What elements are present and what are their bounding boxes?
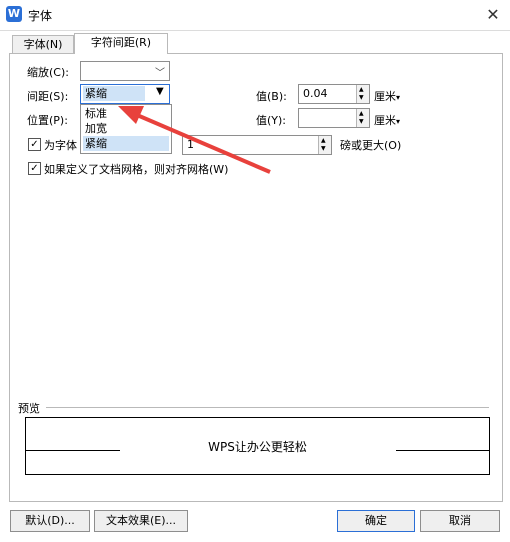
- spin-down-icon[interactable]: ▼: [321, 145, 326, 152]
- kerning-suffix: 磅或更大(O): [340, 139, 402, 152]
- grid-checkbox[interactable]: ✓: [28, 162, 41, 175]
- title-bar: W 字体 ✕: [0, 0, 510, 31]
- value-b-input[interactable]: 0.04: [303, 87, 328, 100]
- cancel-button[interactable]: 取消: [420, 510, 500, 532]
- spin-buttons[interactable]: ▲ ▼: [318, 136, 331, 154]
- spacing-value: 紧缩: [83, 86, 145, 101]
- unit-y: 厘米: [374, 114, 396, 127]
- text-effect-button[interactable]: 文本效果(E)...: [94, 510, 188, 532]
- spin-up-icon[interactable]: ▲: [359, 86, 364, 93]
- divider: [46, 407, 489, 408]
- tab-character-spacing[interactable]: 字符间距(R): [74, 33, 168, 54]
- close-icon[interactable]: ✕: [482, 4, 504, 26]
- default-button[interactable]: 默认(D)...: [10, 510, 90, 532]
- spin-buttons[interactable]: ▲ ▼: [356, 85, 369, 103]
- unit-b-dropdown[interactable]: 厘米▾: [374, 88, 400, 104]
- spin-down-icon[interactable]: ▼: [359, 94, 364, 101]
- wps-writer-icon: W: [6, 6, 22, 22]
- arrow-shaft: [129, 110, 271, 174]
- preview-box: WPS让办公更轻松: [25, 417, 490, 475]
- spin-down-icon[interactable]: ▼: [359, 118, 364, 125]
- spin-buttons[interactable]: ▲ ▼: [356, 109, 369, 127]
- unit-y-dropdown[interactable]: 厘米▾: [374, 112, 400, 128]
- position-label: 位置(P):: [27, 114, 68, 127]
- window-title: 字体: [28, 9, 53, 23]
- scale-label: 缩放(C):: [27, 66, 69, 79]
- spacing-label: 间距(S):: [27, 90, 69, 103]
- spin-up-icon[interactable]: ▲: [359, 110, 364, 117]
- spin-up-icon[interactable]: ▲: [321, 137, 326, 144]
- caret-down-icon: ▾: [396, 117, 401, 126]
- kerning-checkbox[interactable]: ✓: [28, 138, 41, 151]
- preview-sample-text: WPS让办公更轻松: [208, 440, 307, 454]
- scale-combo[interactable]: ﹀: [80, 61, 170, 81]
- chevron-down-icon: ﹀: [155, 68, 165, 79]
- value-b-spinner[interactable]: 0.04 ▲ ▼: [298, 84, 370, 104]
- tab-font[interactable]: 字体(N): [12, 35, 74, 54]
- preview-label: 预览: [18, 402, 40, 415]
- unit-b: 厘米: [374, 90, 396, 103]
- annotation-arrow: [118, 106, 271, 174]
- value-y-spinner[interactable]: ▲ ▼: [298, 108, 370, 128]
- ok-button[interactable]: 确定: [337, 510, 415, 532]
- caret-down-icon: ▼: [156, 86, 164, 97]
- kerning-label: 为字体: [44, 139, 77, 152]
- caret-down-icon: ▾: [396, 93, 401, 102]
